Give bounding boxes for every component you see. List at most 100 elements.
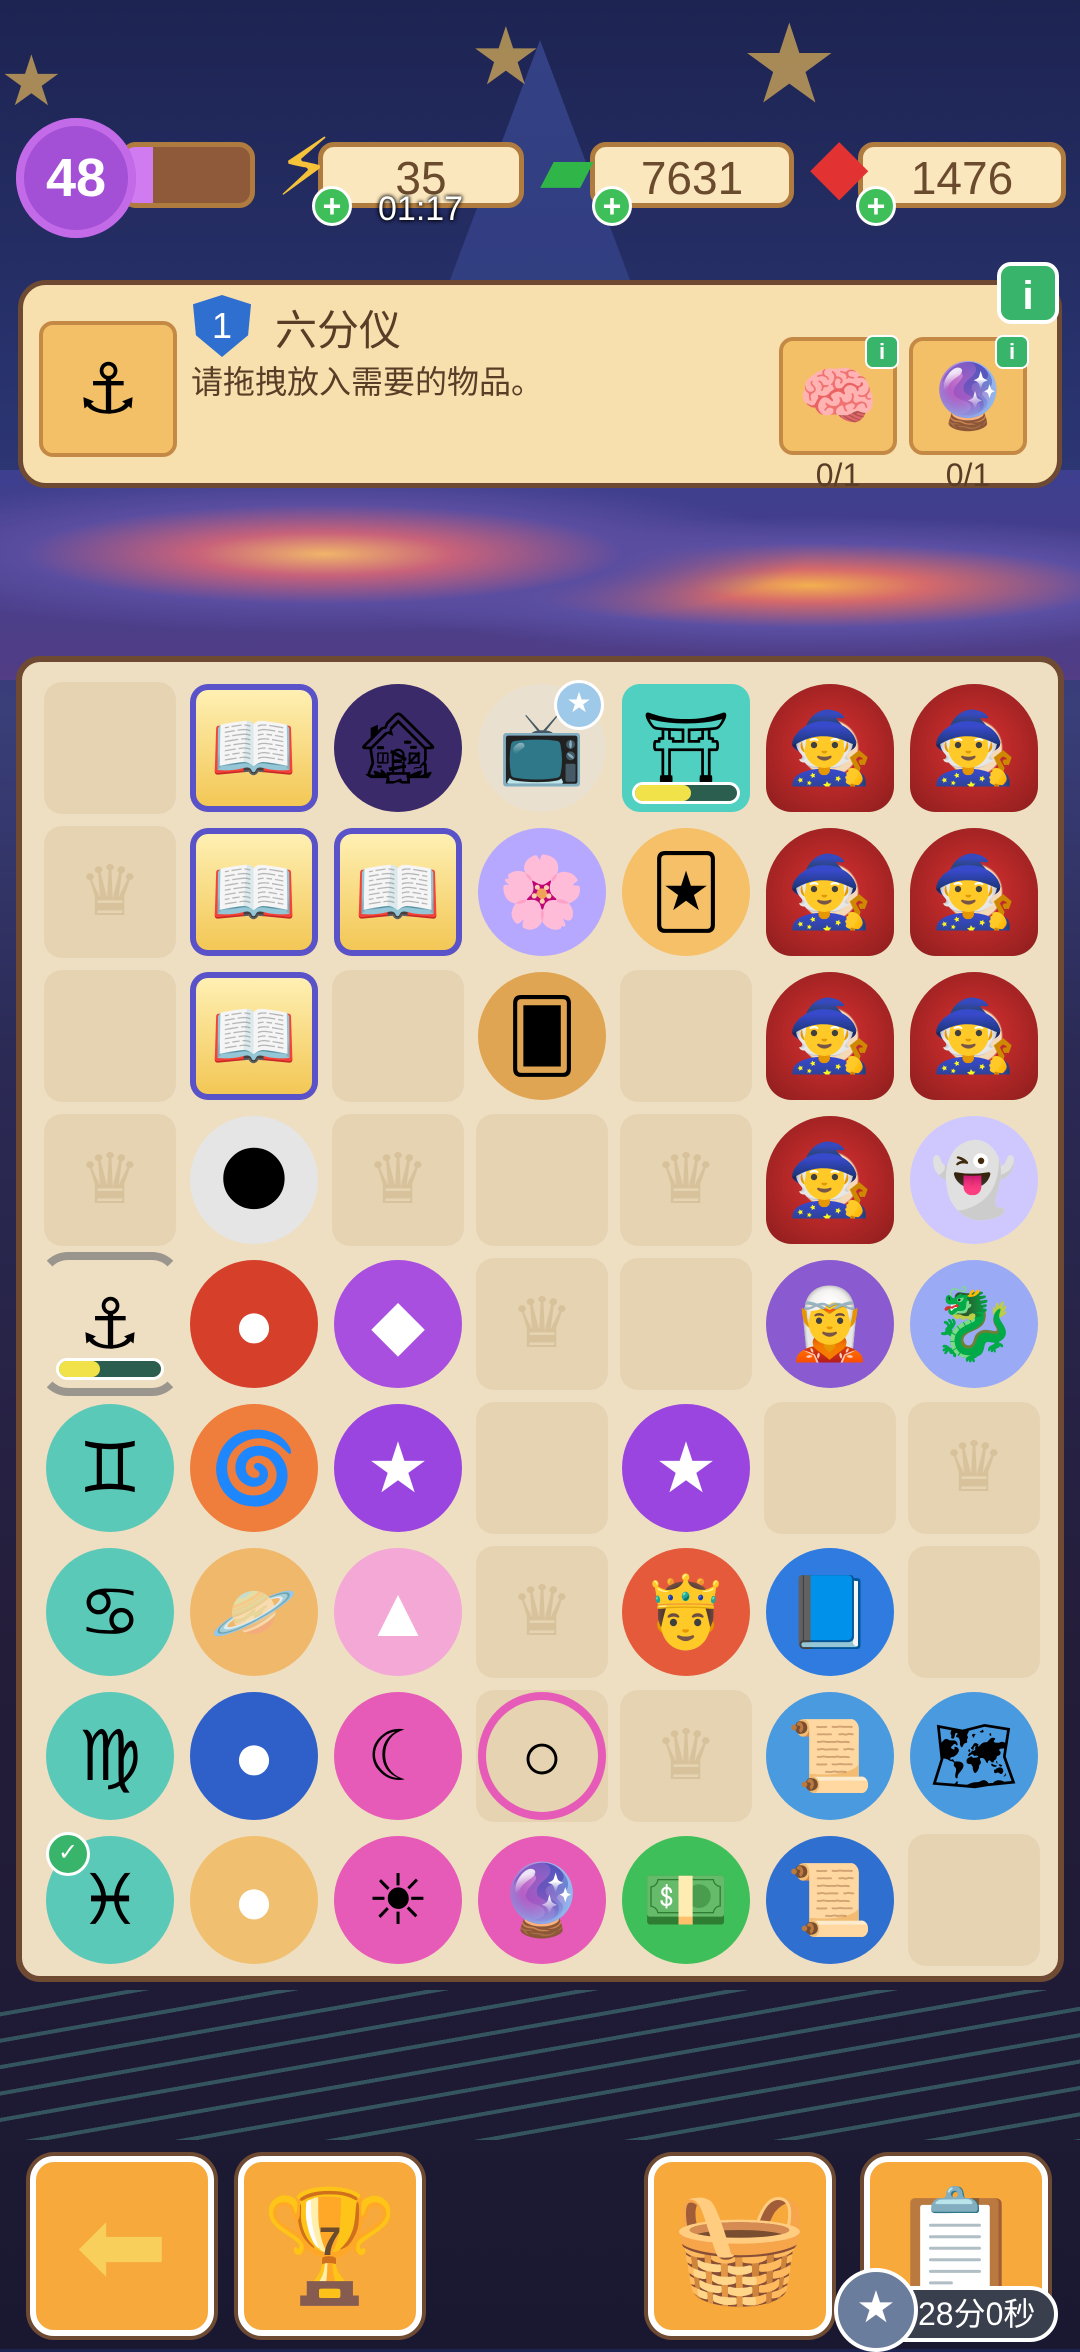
info-icon[interactable]: i [865, 335, 899, 369]
board-cell[interactable] [902, 1828, 1046, 1972]
board-cell[interactable]: 🧙 [758, 676, 902, 820]
ring-icon[interactable]: ○ [478, 1692, 606, 1820]
mage-icon[interactable]: 🧙 [910, 684, 1038, 812]
book-icon[interactable]: 📖 [334, 828, 462, 956]
swirl-planet-icon[interactable]: 🌀 [190, 1404, 318, 1532]
board-cell[interactable]: 🂠 [470, 964, 614, 1108]
board-cell[interactable]: 🌸 [470, 820, 614, 964]
back-button[interactable]: ⬅ [30, 2156, 214, 2336]
triangle-rune-icon[interactable]: ▲ [334, 1548, 462, 1676]
board-cell[interactable]: ★ [614, 1396, 758, 1540]
star-icon[interactable]: ★ [334, 1404, 462, 1532]
basket-button[interactable]: 🧺 [648, 2156, 832, 2336]
info-icon[interactable]: i [995, 335, 1029, 369]
board-cell[interactable]: 🧙 [902, 964, 1046, 1108]
moon-icon[interactable]: 🌑 [190, 1116, 318, 1244]
board-cell[interactable]: 📜 [758, 1828, 902, 1972]
board-cell[interactable]: 🧙 [758, 1108, 902, 1252]
book-icon[interactable]: 📖 [190, 684, 318, 812]
cash-icon[interactable]: 💵 [622, 1836, 750, 1964]
board-cell[interactable]: ♛ [902, 1396, 1046, 1540]
board-cell[interactable]: ● [182, 1828, 326, 1972]
board-cell[interactable]: ☾ [326, 1684, 470, 1828]
virgo-icon[interactable]: ♍ [46, 1692, 174, 1820]
ghost-icon[interactable]: 👻 [910, 1116, 1038, 1244]
board-cell[interactable]: 🧙 [758, 964, 902, 1108]
board-cell[interactable] [326, 964, 470, 1108]
board-cell[interactable]: 🧙 [758, 820, 902, 964]
board-cell[interactable]: 🧝 [758, 1252, 902, 1396]
blue-planet-icon[interactable]: ● [190, 1692, 318, 1820]
board-cell[interactable]: ♛ [326, 1108, 470, 1252]
moon-rune-icon[interactable]: ☾ [334, 1692, 462, 1820]
board-cell[interactable]: 📖 [326, 820, 470, 964]
crystal-ball-icon[interactable]: 🔮 [478, 1836, 606, 1964]
board-cell[interactable]: 🤴 [614, 1540, 758, 1684]
level-badge[interactable]: 48 [16, 118, 136, 238]
star-face-icon[interactable]: ★ [622, 1404, 750, 1532]
dragon-icon[interactable]: 🐉 [910, 1260, 1038, 1388]
board-cell[interactable]: 🌀 [182, 1396, 326, 1540]
board-cell[interactable]: 📖 [182, 820, 326, 964]
board-cell[interactable]: ♛ [470, 1252, 614, 1396]
board-cell[interactable]: 📜 [758, 1684, 902, 1828]
mage-icon[interactable]: 🧙 [766, 1116, 894, 1244]
mage-icon[interactable]: 🧙 [766, 828, 894, 956]
cancer-icon[interactable]: ♋ [46, 1548, 174, 1676]
sextant-icon[interactable]: ⚓ [39, 321, 177, 457]
board-cell[interactable]: 📖 [182, 676, 326, 820]
board-cell[interactable]: ♊ [38, 1396, 182, 1540]
spirit-flower-icon[interactable]: 🌸 [478, 828, 606, 956]
board-cell[interactable] [614, 964, 758, 1108]
requirement-crystal-ball[interactable]: 🔮 i [909, 335, 1029, 455]
board-cell[interactable]: ♛ [470, 1540, 614, 1684]
mage-icon[interactable]: 🧙 [766, 684, 894, 812]
board-cell[interactable]: ♍ [38, 1684, 182, 1828]
tarot-cards-icon[interactable]: 🃏 [622, 828, 750, 956]
board-cell[interactable] [470, 1396, 614, 1540]
board-cell[interactable]: ★ [326, 1396, 470, 1540]
treasure-scroll-icon[interactable]: 📜 [766, 1836, 894, 1964]
board-cell[interactable]: ♛ [38, 820, 182, 964]
event-star-icon[interactable]: ★ [834, 2268, 918, 2352]
board-cell[interactable]: ○ [470, 1684, 614, 1828]
board-cell[interactable]: 🌑 [182, 1108, 326, 1252]
board-cell[interactable]: 🔮 [470, 1828, 614, 1972]
trophy-button[interactable]: 🏆 7 [238, 2156, 422, 2336]
board-cell[interactable]: ♛ [614, 1684, 758, 1828]
board-cell[interactable]: ♛ [614, 1108, 758, 1252]
quest-info-button[interactable]: i [997, 262, 1059, 324]
add-gems-button[interactable]: + [856, 186, 896, 226]
map-icon[interactable]: 🗺 [910, 1692, 1038, 1820]
board-cell[interactable]: 🧙 [902, 820, 1046, 964]
board-cell[interactable]: ● [182, 1684, 326, 1828]
scroll-icon[interactable]: 📜 [766, 1692, 894, 1820]
gemini-icon[interactable]: ♊ [46, 1404, 174, 1532]
board-cell[interactable]: ⚓ [38, 1252, 182, 1396]
board-cell[interactable]: ♋ [38, 1540, 182, 1684]
board-cell[interactable]: 🏚 [326, 676, 470, 820]
book-icon[interactable]: 📖 [190, 828, 318, 956]
board-cell[interactable]: 🧙 [902, 676, 1046, 820]
board-cell[interactable] [470, 1108, 614, 1252]
add-cash-button[interactable]: + [592, 186, 632, 226]
spellbook-icon[interactable]: 📘 [766, 1548, 894, 1676]
board-cell[interactable]: ☀ [326, 1828, 470, 1972]
board-cell[interactable]: 💵 [614, 1828, 758, 1972]
board-cell[interactable]: ◆ [326, 1252, 470, 1396]
board-cell[interactable] [902, 1540, 1046, 1684]
jupiter-icon[interactable]: ● [190, 1836, 318, 1964]
mage-icon[interactable]: 🧙 [910, 828, 1038, 956]
board-cell[interactable]: 📘 [758, 1540, 902, 1684]
mage-icon[interactable]: 🧙 [910, 972, 1038, 1100]
board-cell[interactable]: ▲ [326, 1540, 470, 1684]
sun-moon-rune-icon[interactable]: ☀ [334, 1836, 462, 1964]
board-cell[interactable]: 🗺 [902, 1684, 1046, 1828]
diamond-icon[interactable]: ◆ [334, 1260, 462, 1388]
wizard-icon[interactable]: 🧝 [766, 1260, 894, 1388]
board-cell[interactable]: 🪐 [182, 1540, 326, 1684]
board-cell[interactable]: 📺 ★ [470, 676, 614, 820]
board-cell[interactable] [38, 964, 182, 1108]
board-cell[interactable] [758, 1396, 902, 1540]
board-cell[interactable] [614, 1252, 758, 1396]
